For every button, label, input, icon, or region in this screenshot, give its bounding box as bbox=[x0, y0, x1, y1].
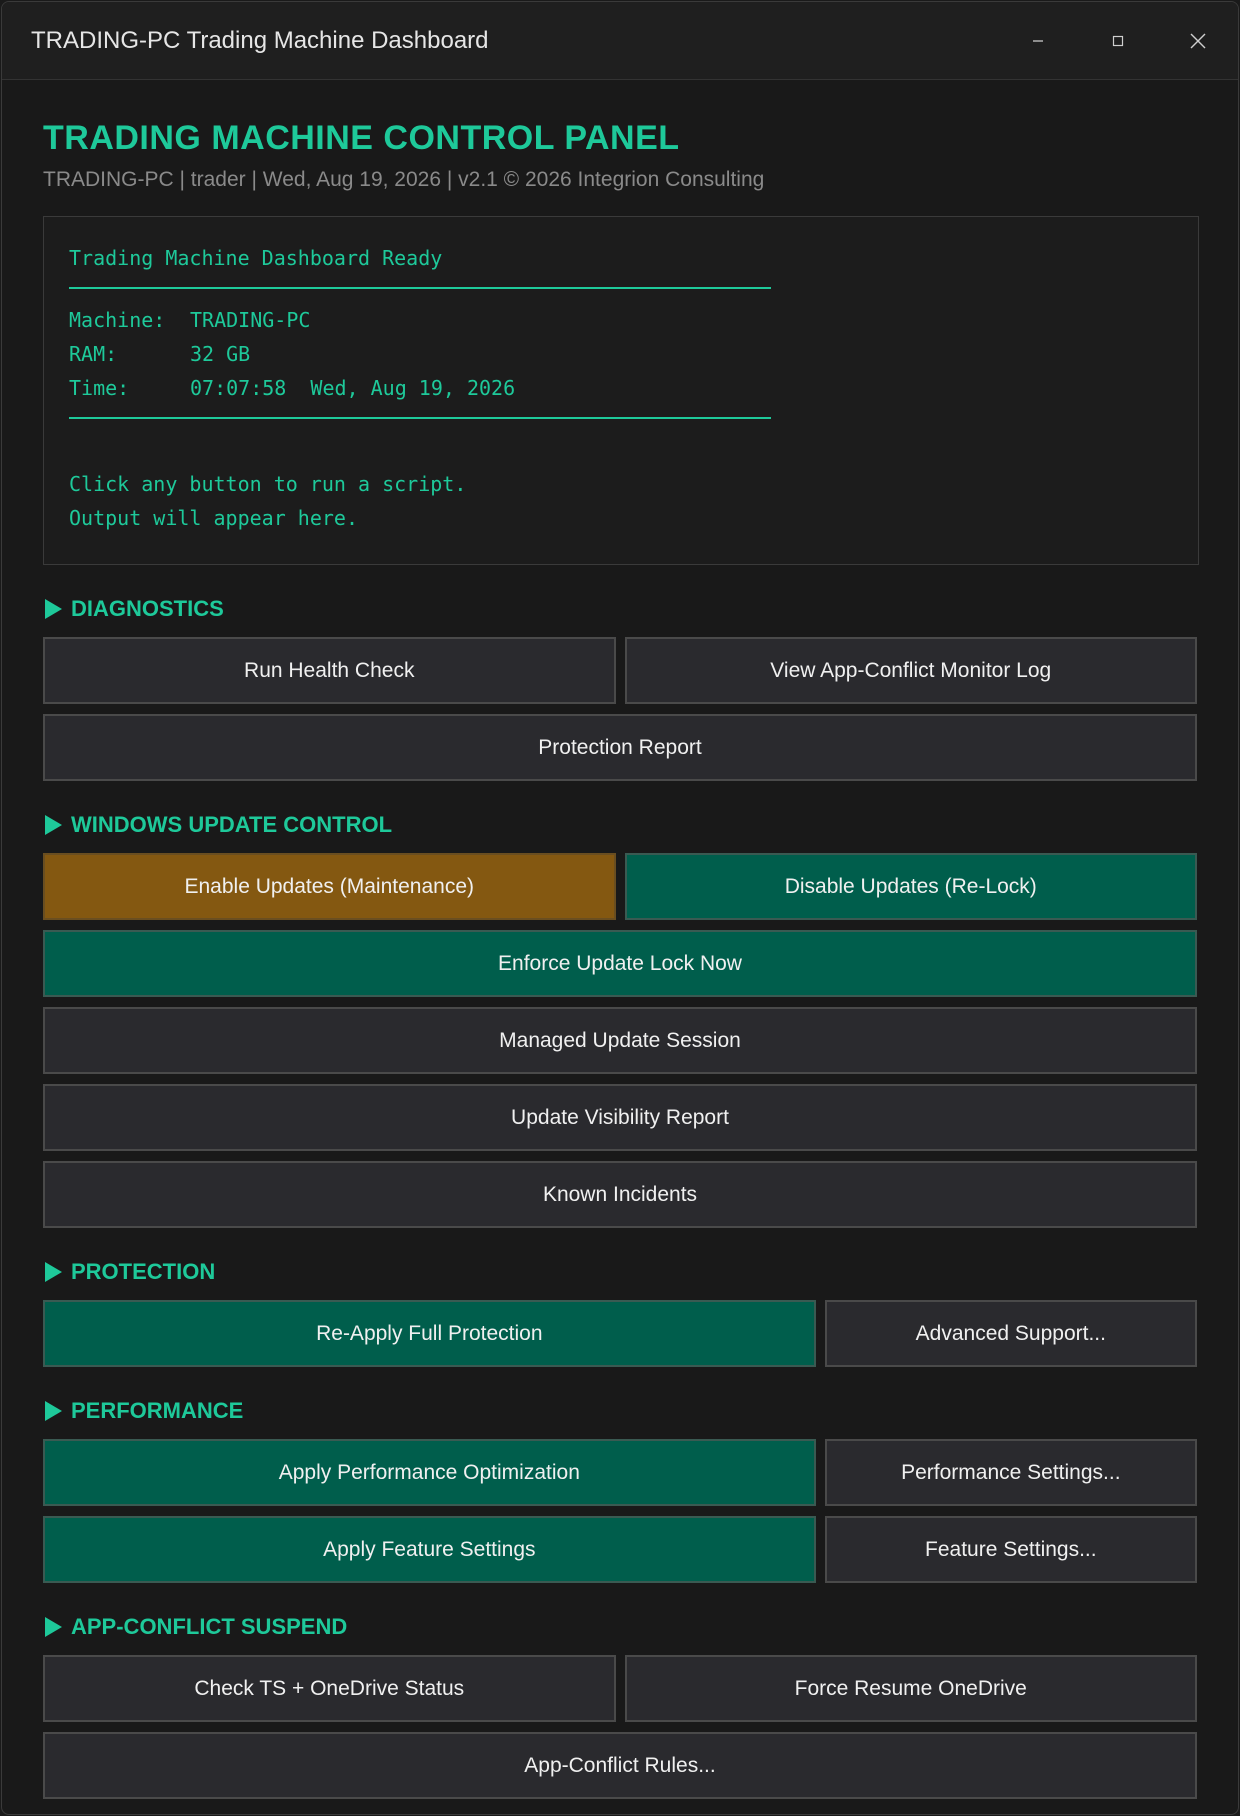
apply-performance-optimization-button[interactable]: Apply Performance Optimization bbox=[43, 1439, 816, 1506]
window-title: TRADING-PC Trading Machine Dashboard bbox=[31, 26, 489, 54]
console-divider bbox=[69, 287, 771, 289]
minimize-icon bbox=[1033, 40, 1043, 42]
output-console: Trading Machine Dashboard Ready Machine:… bbox=[43, 216, 1199, 565]
view-conflict-log-button[interactable]: View App-Conflict Monitor Log bbox=[624, 637, 1197, 704]
reapply-full-protection-button[interactable]: Re-Apply Full Protection bbox=[43, 1300, 816, 1367]
section-title: PERFORMANCE bbox=[71, 1398, 244, 1423]
page-subtitle: TRADING-PC | trader | Wed, Aug 19, 2026 … bbox=[43, 168, 765, 191]
apply-feature-settings-button[interactable]: Apply Feature Settings bbox=[43, 1516, 816, 1583]
console-ram-label: RAM: bbox=[69, 342, 118, 366]
console-ram-row: RAM: 32 GB bbox=[69, 337, 1173, 371]
triangle-right-icon bbox=[45, 1262, 62, 1282]
maximize-button[interactable] bbox=[1078, 2, 1158, 80]
console-time-value: 07:07:58 Wed, Aug 19, 2026 bbox=[190, 376, 516, 400]
enforce-update-lock-button[interactable]: Enforce Update Lock Now bbox=[43, 930, 1197, 997]
console-machine-row: Machine: TRADING-PC bbox=[69, 303, 1173, 337]
console-ram-value: 32 GB bbox=[190, 342, 251, 366]
section-title: WINDOWS UPDATE CONTROL bbox=[71, 812, 393, 837]
section-title: DIAGNOSTICS bbox=[71, 596, 224, 621]
known-incidents-button[interactable]: Known Incidents bbox=[43, 1161, 1197, 1228]
close-button[interactable] bbox=[1158, 2, 1238, 80]
check-ts-onedrive-status-button[interactable]: Check TS + OneDrive Status bbox=[43, 1655, 616, 1722]
page-title: TRADING MACHINE CONTROL PANEL bbox=[43, 119, 680, 157]
console-machine-label: Machine: bbox=[69, 308, 166, 332]
maximize-icon bbox=[1112, 35, 1124, 47]
section-app-conflict: APP-CONFLICT SUSPEND bbox=[43, 1613, 1197, 1641]
main-content: TRADING MACHINE CONTROL PANEL TRADING-PC… bbox=[2, 80, 1238, 1799]
disable-updates-button[interactable]: Disable Updates (Re-Lock) bbox=[624, 853, 1197, 920]
dashboard-window: TRADING-PC Trading Machine Dashboard TRA… bbox=[1, 1, 1239, 1815]
enable-updates-button[interactable]: Enable Updates (Maintenance) bbox=[43, 853, 616, 920]
triangle-right-icon bbox=[45, 1401, 62, 1421]
triangle-right-icon bbox=[45, 1617, 62, 1637]
performance-settings-button[interactable]: Performance Settings... bbox=[824, 1439, 1197, 1506]
triangle-right-icon bbox=[45, 815, 62, 835]
console-machine-value: TRADING-PC bbox=[190, 308, 311, 332]
section-performance: PERFORMANCE bbox=[43, 1397, 1197, 1425]
update-visibility-report-button[interactable]: Update Visibility Report bbox=[43, 1084, 1197, 1151]
minimize-button[interactable] bbox=[998, 2, 1078, 80]
section-title: APP-CONFLICT SUSPEND bbox=[71, 1614, 348, 1639]
console-time-label: Time: bbox=[69, 376, 130, 400]
protection-report-button[interactable]: Protection Report bbox=[43, 714, 1197, 781]
console-hint: Click any button to run a script. bbox=[69, 472, 467, 496]
section-diagnostics: DIAGNOSTICS bbox=[43, 595, 1197, 623]
console-hint: Output will appear here. bbox=[69, 506, 358, 530]
app-conflict-rules-button[interactable]: App-Conflict Rules... bbox=[43, 1732, 1197, 1799]
console-heading: Trading Machine Dashboard Ready bbox=[69, 246, 443, 270]
triangle-right-icon bbox=[45, 599, 62, 619]
title-bar[interactable]: TRADING-PC Trading Machine Dashboard bbox=[2, 2, 1238, 80]
section-protection: PROTECTION bbox=[43, 1258, 1197, 1286]
feature-settings-button[interactable]: Feature Settings... bbox=[824, 1516, 1197, 1583]
section-title: PROTECTION bbox=[71, 1259, 216, 1284]
run-health-check-button[interactable]: Run Health Check bbox=[43, 637, 616, 704]
close-icon bbox=[1190, 33, 1206, 49]
section-windows-update: WINDOWS UPDATE CONTROL bbox=[43, 811, 1197, 839]
force-resume-onedrive-button[interactable]: Force Resume OneDrive bbox=[624, 1655, 1197, 1722]
console-time-row: Time: 07:07:58 Wed, Aug 19, 2026 bbox=[69, 371, 1173, 405]
advanced-support-button[interactable]: Advanced Support... bbox=[824, 1300, 1197, 1367]
managed-update-session-button[interactable]: Managed Update Session bbox=[43, 1007, 1197, 1074]
console-divider bbox=[69, 417, 771, 419]
